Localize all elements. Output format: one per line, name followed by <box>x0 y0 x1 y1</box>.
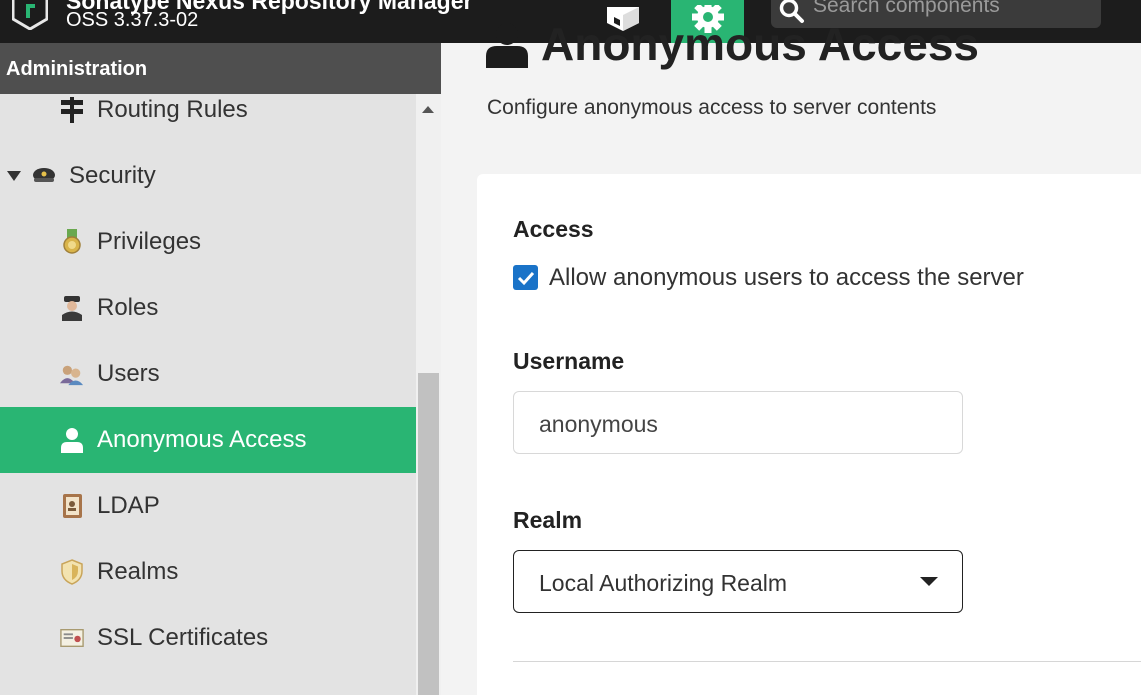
officer-icon <box>60 296 84 321</box>
sidebar: Administration Routing Rules Security Pr… <box>0 43 441 695</box>
users-icon <box>60 362 84 386</box>
sidebar-item-ldap[interactable]: LDAP <box>0 473 416 539</box>
username-label: Username <box>513 348 625 374</box>
sidebar-item-label: Security <box>69 162 156 189</box>
user-icon <box>486 23 528 68</box>
chevron-down-icon <box>920 577 938 586</box>
shield-icon <box>60 559 84 585</box>
sidebar-scrollbar[interactable] <box>416 94 441 695</box>
sidebar-item-routing-rules[interactable]: Routing Rules <box>0 94 416 143</box>
sidebar-item-label: Users <box>97 360 160 387</box>
sidebar-item-label: Privileges <box>97 228 202 255</box>
allow-anonymous-label[interactable]: Allow anonymous users to access the serv… <box>549 264 1024 292</box>
page-title: Anonymous Access <box>541 18 979 70</box>
sidebar-item-label: Routing Rules <box>97 96 248 123</box>
username-field[interactable]: anonymous <box>513 391 963 454</box>
sidebar-item-label: LDAP <box>97 492 160 519</box>
medal-icon <box>60 229 84 254</box>
signpost-icon <box>60 97 84 123</box>
police-cap-icon <box>32 164 56 188</box>
user-icon <box>60 428 84 453</box>
sidebar-item-security[interactable]: Security <box>0 143 416 209</box>
realm-select-value: Local Authorizing Realm <box>539 570 788 596</box>
access-label: Access <box>513 216 594 242</box>
sidebar-item-realms[interactable]: Realms <box>0 539 416 605</box>
app-version: OSS 3.37.3-02 <box>66 9 199 31</box>
certificate-icon <box>60 626 84 650</box>
scroll-up-arrow-icon[interactable] <box>422 106 434 113</box>
address-book-icon <box>60 494 84 518</box>
sidebar-item-privileges[interactable]: Privileges <box>0 209 416 275</box>
sidebar-item-label: SSL Certificates <box>97 624 269 651</box>
realm-select[interactable]: Local Authorizing Realm <box>513 550 963 613</box>
search-input[interactable] <box>813 0 1093 18</box>
sidebar-item-roles[interactable]: Roles <box>0 275 416 341</box>
sidebar-item-anonymous-access[interactable]: Anonymous Access <box>0 407 416 473</box>
nexus-logo[interactable] <box>12 0 48 30</box>
sidebar-item-ssl-certificates[interactable]: SSL Certificates <box>0 605 416 671</box>
scroll-thumb[interactable] <box>418 373 439 695</box>
collapse-arrow-icon[interactable] <box>2 164 26 188</box>
checkmark-icon <box>517 271 534 285</box>
page-description: Configure anonymous access to server con… <box>487 96 937 119</box>
realm-label: Realm <box>513 507 583 533</box>
divider <box>513 661 1141 662</box>
sidebar-item-label: Realms <box>97 558 179 585</box>
allow-anonymous-checkbox[interactable] <box>513 265 538 290</box>
nav-tree: Routing Rules Security Privileges Roles … <box>0 94 416 695</box>
sidebar-title: Administration <box>0 43 441 94</box>
sidebar-item-label: Roles <box>97 294 159 321</box>
sidebar-item-label: Anonymous Access <box>97 426 307 453</box>
sidebar-item-users[interactable]: Users <box>0 341 416 407</box>
